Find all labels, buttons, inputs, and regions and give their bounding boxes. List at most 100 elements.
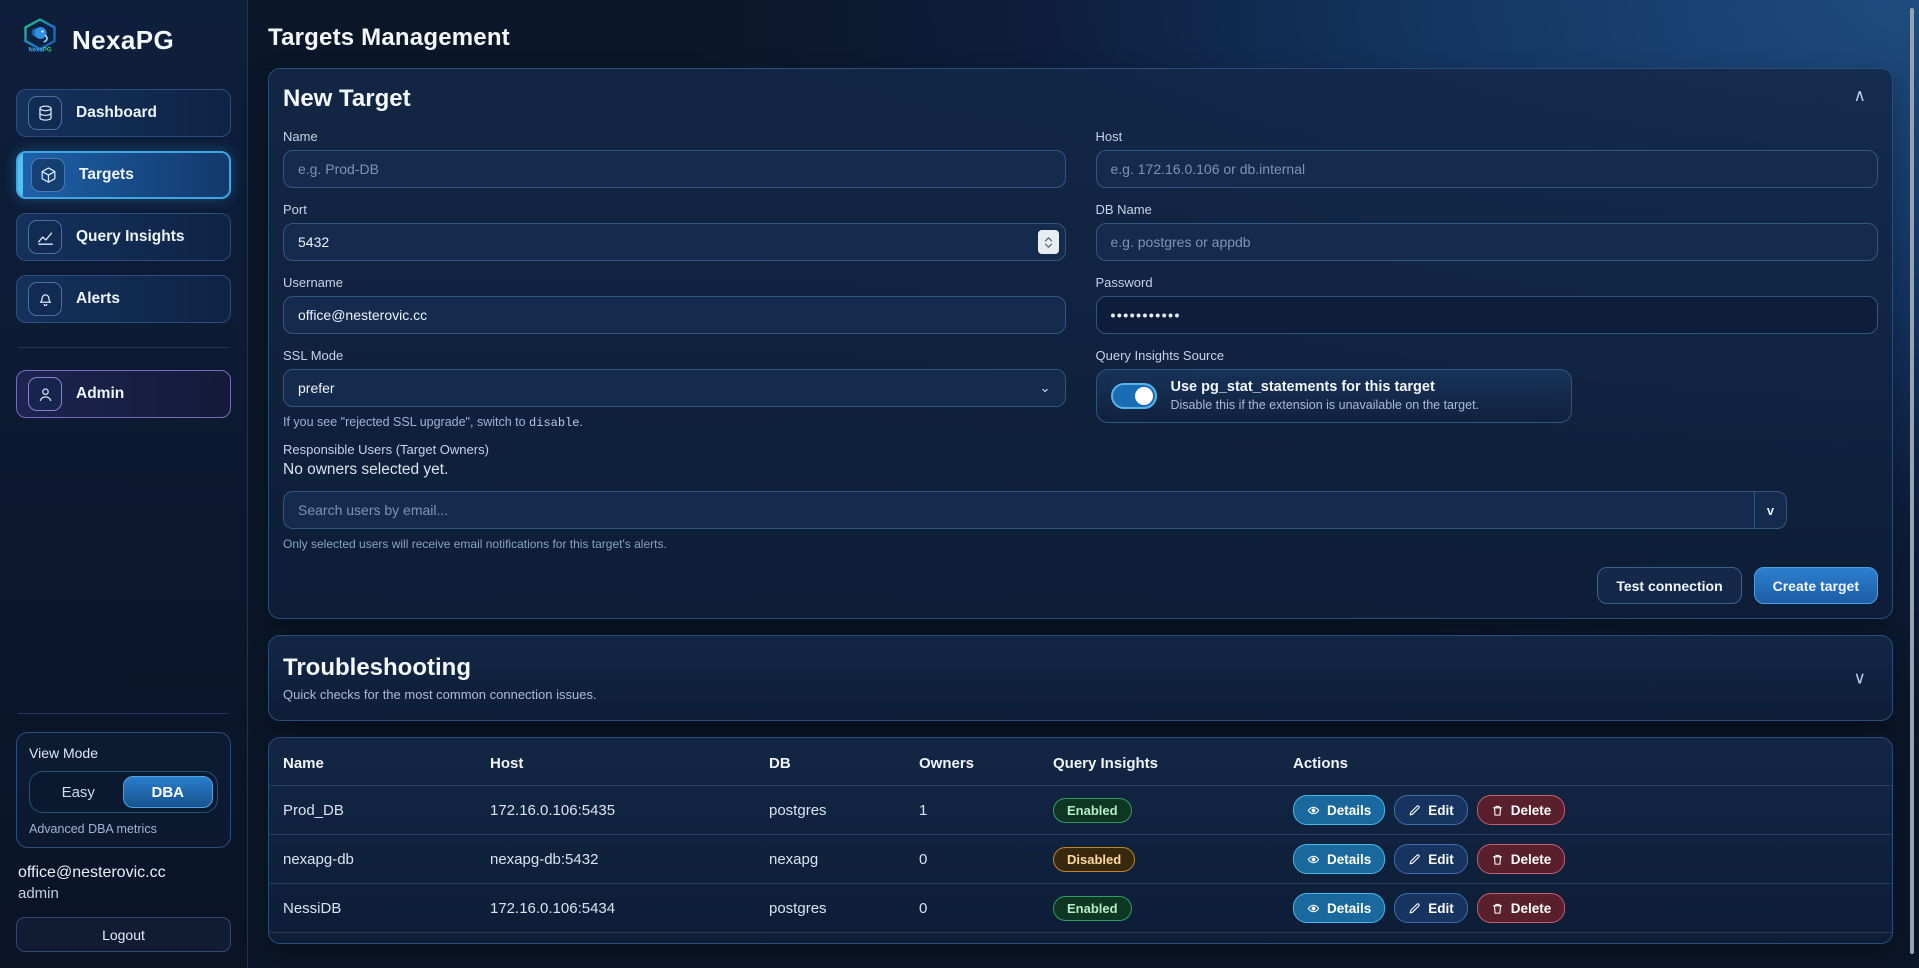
ssl-mode-label: SSL Mode — [283, 348, 1066, 363]
troubleshooting-subtitle: Quick checks for the most common connect… — [283, 687, 1878, 702]
create-target-button[interactable]: Create target — [1754, 567, 1878, 604]
view-mode-toggle[interactable]: Easy DBA — [29, 771, 218, 813]
field-ssl-mode: SSL Mode prefer ⌄ If you see "rejected S… — [283, 348, 1066, 430]
host-label: Host — [1096, 129, 1879, 144]
row-actions: Details Edit Delete — [1293, 893, 1878, 923]
cell-db: nexapg — [769, 851, 919, 868]
cell-name: NessiDB — [283, 900, 490, 917]
username-input[interactable] — [283, 296, 1066, 334]
user-email: office@nesterovic.cc — [18, 864, 229, 882]
table-row: Prod_DB172.16.0.106:5435postgres1Enabled… — [269, 786, 1892, 835]
username-label: Username — [283, 275, 1066, 290]
cube-icon — [31, 158, 65, 192]
field-username: Username — [283, 275, 1066, 334]
edit-button[interactable]: Edit — [1394, 844, 1468, 874]
owners-section: Responsible Users (Target Owners) No own… — [283, 442, 1878, 551]
bell-icon — [28, 282, 62, 316]
sidebar-item-label: Alerts — [76, 290, 120, 308]
view-mode-label: View Mode — [29, 745, 218, 761]
row-actions: Details Edit Delete — [1293, 844, 1878, 874]
cell-host: 172.16.0.106:5435 — [490, 802, 769, 819]
view-mode-option-dba[interactable]: DBA — [123, 776, 214, 808]
new-target-card: New Target ∧ Name Host Port — [268, 68, 1893, 619]
cell-owners: 0 — [919, 851, 1053, 868]
main-content: Targets Management New Target ∧ Name Hos… — [248, 0, 1905, 968]
password-input[interactable] — [1096, 296, 1879, 334]
ssl-mode-select[interactable]: prefer ⌄ — [283, 369, 1066, 407]
trash-icon — [1491, 902, 1504, 915]
view-mode-card: View Mode Easy DBA Advanced DBA metrics — [16, 732, 231, 848]
test-connection-button[interactable]: Test connection — [1597, 567, 1741, 604]
cell-name: Prod_DB — [283, 802, 490, 819]
owners-empty-text: No owners selected yet. — [283, 461, 1878, 479]
col-header-query-insights: Query Insights — [1053, 755, 1293, 772]
app-title: NexaPG — [72, 25, 174, 56]
app-root: NexaPG NexaPG Dashboard Targets Query Insi… — [0, 0, 1919, 968]
delete-button[interactable]: Delete — [1477, 844, 1566, 874]
cell-host: nexapg-db:5432 — [490, 851, 769, 868]
brand: NexaPG NexaPG — [20, 18, 227, 63]
col-header-db: DB — [769, 755, 919, 772]
pencil-icon — [1408, 902, 1421, 915]
details-button[interactable]: Details — [1293, 893, 1385, 923]
troubleshooting-card: Troubleshooting Quick checks for the mos… — [268, 635, 1893, 721]
port-input[interactable] — [283, 223, 1066, 261]
ssl-mode-help: If you see "rejected SSL upgrade", switc… — [283, 415, 1066, 430]
owner-search-dropdown-button[interactable]: v — [1754, 491, 1787, 529]
user-icon — [28, 377, 62, 411]
sidebar-item-label: Targets — [79, 166, 134, 184]
sidebar-item-alerts[interactable]: Alerts — [16, 275, 231, 323]
sidebar-item-dashboard[interactable]: Dashboard — [16, 89, 231, 137]
col-header-name: Name — [283, 755, 490, 772]
cell-owners: 1 — [919, 802, 1053, 819]
details-button[interactable]: Details — [1293, 844, 1385, 874]
delete-button[interactable]: Delete — [1477, 893, 1566, 923]
trash-icon — [1491, 804, 1504, 817]
form-actions: Test connection Create target — [283, 567, 1878, 604]
eye-icon — [1307, 804, 1320, 817]
col-header-host: Host — [490, 755, 769, 772]
table-body: Prod_DB172.16.0.106:5435postgres1Enabled… — [269, 786, 1892, 933]
status-badge: Enabled — [1053, 798, 1132, 823]
sidebar-item-label: Admin — [76, 385, 124, 403]
field-password: Password — [1096, 275, 1879, 334]
view-mode-option-easy[interactable]: Easy — [34, 776, 123, 808]
scrollbar[interactable] — [1905, 0, 1919, 968]
scrollbar-thumb[interactable] — [1910, 8, 1914, 954]
cell-owners: 0 — [919, 900, 1053, 917]
pg-stat-statements-toggle[interactable] — [1111, 383, 1157, 409]
sidebar-footer-divider — [18, 713, 229, 714]
host-input[interactable] — [1096, 150, 1879, 188]
new-target-title: New Target — [283, 85, 1878, 113]
troubleshooting-title: Troubleshooting — [283, 654, 1878, 682]
owners-label: Responsible Users (Target Owners) — [283, 442, 1878, 457]
logout-button[interactable]: Logout — [16, 917, 231, 952]
sidebar-item-admin[interactable]: Admin — [16, 370, 231, 418]
delete-button[interactable]: Delete — [1477, 795, 1566, 825]
name-input[interactable] — [283, 150, 1066, 188]
number-stepper-icon[interactable] — [1038, 230, 1059, 254]
name-label: Name — [283, 129, 1066, 144]
password-label: Password — [1096, 275, 1879, 290]
owner-search-input[interactable] — [283, 491, 1754, 529]
edit-button[interactable]: Edit — [1394, 795, 1468, 825]
cell-name: nexapg-db — [283, 851, 490, 868]
cell-db: postgres — [769, 900, 919, 917]
sidebar-item-targets[interactable]: Targets — [16, 151, 231, 199]
field-query-insights-source: Query Insights Source Use pg_stat_statem… — [1096, 348, 1879, 430]
db-name-input[interactable] — [1096, 223, 1879, 261]
app-logo-icon: NexaPG — [20, 18, 60, 63]
cell-db: postgres — [769, 802, 919, 819]
details-button[interactable]: Details — [1293, 795, 1385, 825]
view-mode-caption: Advanced DBA metrics — [29, 822, 218, 836]
collapse-up-icon[interactable]: ∧ — [1854, 87, 1866, 104]
port-label: Port — [283, 202, 1066, 217]
sidebar-item-label: Dashboard — [76, 104, 157, 122]
query-insights-source-label: Query Insights Source — [1096, 348, 1879, 363]
col-header-actions: Actions — [1293, 755, 1878, 772]
sidebar-item-query-insights[interactable]: Query Insights — [16, 213, 231, 261]
table-header-row: Name Host DB Owners Query Insights Actio… — [269, 742, 1892, 786]
svg-text:NexaPG: NexaPG — [28, 48, 51, 54]
edit-button[interactable]: Edit — [1394, 893, 1468, 923]
collapse-down-icon[interactable]: ∨ — [1854, 670, 1866, 687]
